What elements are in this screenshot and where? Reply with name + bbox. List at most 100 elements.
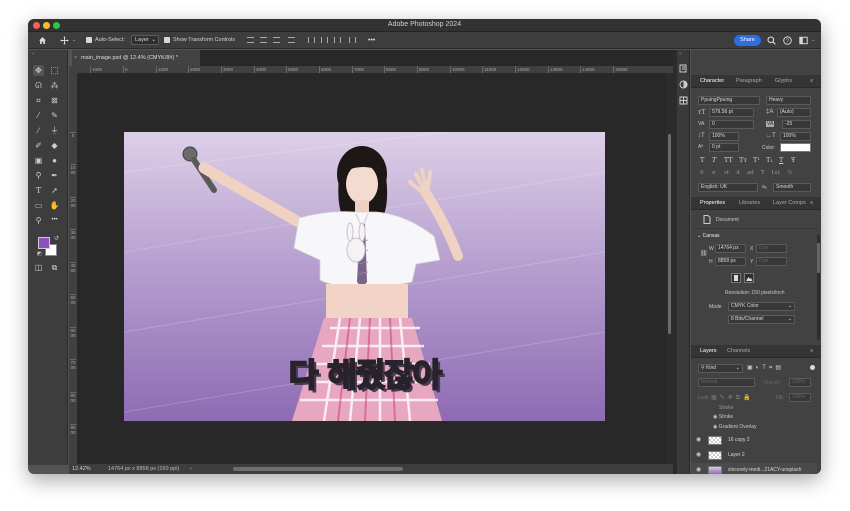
faux-bold-button[interactable]: T [700,156,704,164]
horizontal-scroll-thumb[interactable] [233,467,403,471]
align-top-icon[interactable] [308,37,315,43]
landscape-orientation-icon[interactable] [744,273,754,283]
old-style-button[interactable]: σ [712,170,716,176]
eye-icon[interactable]: ◉ [696,433,701,448]
adjustments-panel-icon[interactable] [679,80,688,89]
opacity-field[interactable]: 100% [789,378,811,387]
quick-mask-icon[interactable]: ◫ [33,262,44,273]
show-transform-checkbox[interactable] [164,37,170,43]
clone-stamp-tool[interactable]: ⏚ [49,125,60,136]
layer-row[interactable]: ◉ 16 copy 2 [691,433,817,448]
gradient-tool[interactable]: ▣ [33,155,44,166]
pen-tool[interactable]: ✒ [49,170,60,181]
layer-row[interactable]: ◉ sincerely-medi...21ACY-unsplash [691,463,817,474]
x-field[interactable]: 0 px [756,244,787,253]
foreground-color-swatch[interactable] [38,237,50,249]
brush-tool[interactable]: ∕ [33,125,44,136]
object-selection-tool[interactable]: ⁂ [49,80,60,91]
canvas-section-toggle[interactable]: ⌄ Canvas [697,233,720,239]
workspace-chevron-icon[interactable]: ⌄ [811,36,816,45]
tab-layers[interactable]: Layers [700,345,717,358]
underline-button[interactable]: T [779,156,783,164]
superscript-button[interactable]: T¹ [753,156,760,164]
marquee-tool[interactable]: ⬚ [49,65,60,76]
blur-tool[interactable]: ● [49,155,60,166]
properties-scrollbar[interactable] [817,235,820,340]
home-icon[interactable] [38,36,47,45]
y-field[interactable]: 0 px [756,257,787,266]
font-style-field[interactable]: Heavy [766,96,811,105]
auto-select-checkbox[interactable] [86,37,92,43]
align-bottom-icon[interactable] [334,37,341,43]
collapse-tools-icon[interactable]: « [32,51,35,57]
panel-menu-icon[interactable]: ≡ [810,75,813,88]
swash-button[interactable]: A [736,170,740,176]
move-tool-icon[interactable] [60,36,69,45]
anti-aliasing-field[interactable]: Smooth [773,183,811,192]
titling-button[interactable]: T [761,170,765,176]
stylistic-alternates-button[interactable]: ad [747,170,754,176]
vertical-scale-field[interactable]: 100% [709,132,739,141]
portrait-orientation-icon[interactable] [731,273,741,283]
align-left-icon[interactable] [247,37,254,43]
width-field[interactable]: 14764 px [715,244,746,253]
font-size-field[interactable]: 579.56 pt [709,108,754,117]
fill-field[interactable]: 100% [789,393,811,402]
healing-brush-tool[interactable]: ✎ [49,110,60,121]
close-tab-icon[interactable]: × [74,50,77,66]
auto-select-dropdown[interactable]: Layer ⌄ [131,35,159,45]
effect-row[interactable]: ◉ Stroke [713,414,733,420]
panel-menu-icon[interactable]: ≡ [810,345,813,358]
eyedropper-tool[interactable]: ⁄ [33,110,44,121]
filter-toggle-icon[interactable] [810,365,815,370]
status-menu-arrow[interactable]: › [190,464,192,474]
distribute-vertical-icon[interactable] [349,37,356,43]
color-mode-field[interactable]: CMYK Color ⌄ [728,302,795,311]
layer-row[interactable]: ◉ Layer 2 [691,448,817,463]
strikethrough-button[interactable]: Ŧ [791,156,795,164]
leading-field[interactable]: (Auto) [777,108,811,117]
tab-glyphs[interactable]: Glyphs [775,75,792,88]
language-field[interactable]: English: UK [698,183,758,192]
subscript-button[interactable]: T₁ [766,156,773,164]
rectangle-tool[interactable]: ▭ [33,200,44,211]
effect-row[interactable]: Stroke [719,405,733,411]
link-dimensions-icon[interactable]: ⛓ [700,250,708,257]
tab-character[interactable]: Character [700,75,724,88]
canvas-area[interactable]: 다 해줬잖아 [78,74,666,464]
zoom-level[interactable]: 12.42% [72,464,91,474]
lock-icons[interactable]: ▦✎✥⧉🔒 [711,394,753,402]
hand-tool[interactable]: ✋ [49,200,60,211]
ligatures-button[interactable]: fi [700,170,704,176]
tracking-field[interactable]: -25 [782,120,811,129]
font-family-field[interactable]: PpuingPpuing [698,96,760,105]
document-artwork[interactable]: 다 해줬잖아 [124,132,605,421]
eye-icon[interactable]: ◉ [696,448,701,463]
screen-mode-icon[interactable]: ⧉ [49,262,60,273]
search-icon[interactable] [767,36,776,45]
discretionary-ligatures-button[interactable]: st [724,170,729,176]
document-tab[interactable]: main_image.psd @ 12.4% (CMYK/8#) * × [72,50,200,66]
help-icon[interactable]: ? [783,36,792,45]
crop-tool[interactable]: ⌗ [33,95,44,106]
layer-filter-kind[interactable]: ⚲ Kind ⌄ [698,364,743,373]
bit-depth-field[interactable]: 8 Bits/Channel ⌄ [728,315,795,324]
distribute-horizontal-icon[interactable] [288,37,295,43]
align-right-icon[interactable] [273,37,280,43]
collapse-icons-icon[interactable]: » [679,51,682,57]
default-colors-icon[interactable]: ◩ [37,251,42,257]
more-options-button[interactable]: ••• [368,36,375,45]
layer-filter-icons[interactable]: ▣◐T⌗▤ [747,364,784,372]
tab-layer-comps[interactable]: Layer Comps [773,197,806,210]
blend-mode-field[interactable]: Normal [698,378,755,387]
tool-preset-chevron-icon[interactable]: ⌄ [72,36,77,45]
kerning-field[interactable]: 0 [709,120,754,129]
history-brush-tool[interactable]: ✐ [33,140,44,151]
panel-menu-icon[interactable]: ≡ [810,197,813,210]
tab-libraries[interactable]: Libraries [739,197,760,210]
frame-tool[interactable]: ⊠ [49,95,60,106]
faux-italic-button[interactable]: T [712,156,716,164]
type-tool[interactable]: T [33,185,44,196]
horizontal-scale-field[interactable]: 100% [780,132,811,141]
fractions-button[interactable]: ½ [787,170,792,176]
